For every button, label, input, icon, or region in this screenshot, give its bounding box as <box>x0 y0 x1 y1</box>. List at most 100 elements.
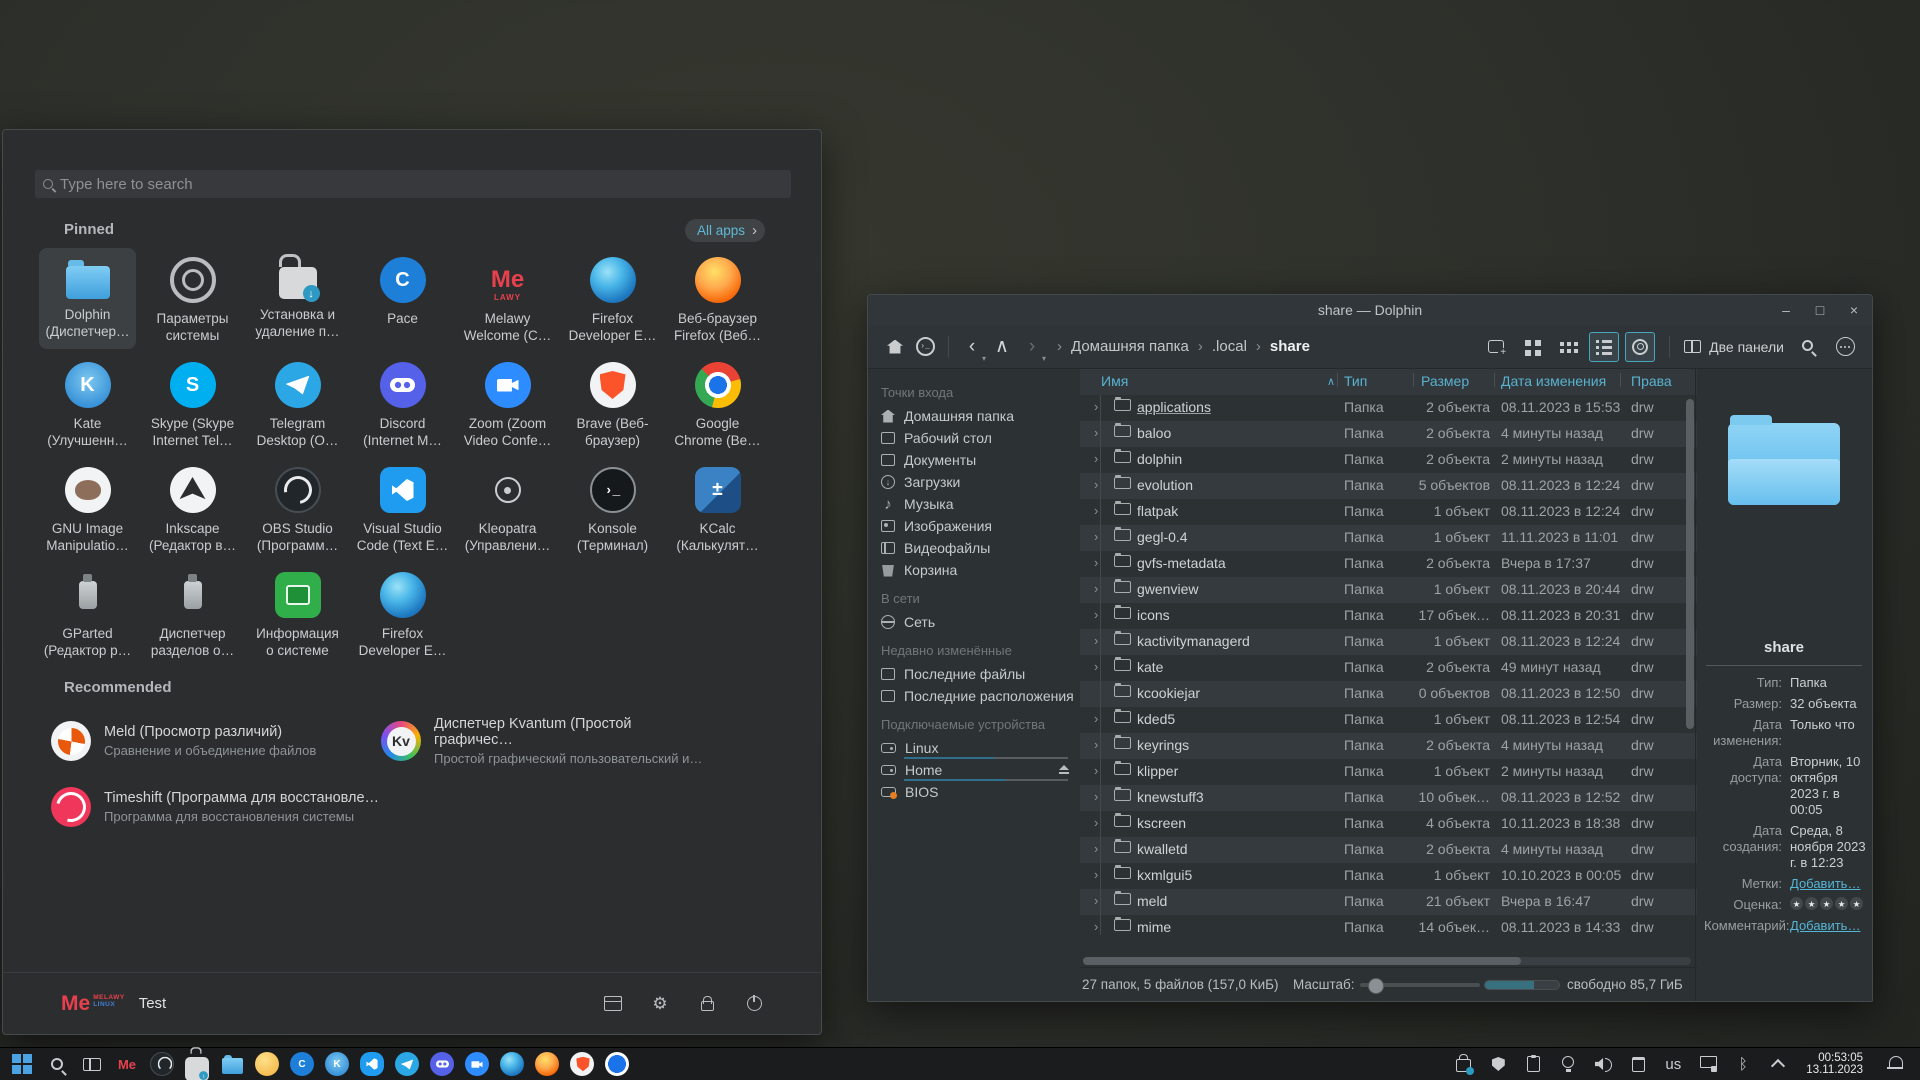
breadcrumb-item[interactable]: .local <box>1212 338 1247 355</box>
taskbar-app-button[interactable] <box>150 1052 174 1076</box>
info-field-value[interactable]: Добавить… <box>1790 918 1860 933</box>
notifications-bell-icon[interactable] <box>1886 1054 1906 1074</box>
sidebar-item[interactable]: Загрузки <box>868 471 1080 493</box>
expander-icon[interactable]: › <box>1094 633 1098 648</box>
preview-toggle-button[interactable] <box>1625 332 1655 362</box>
file-row[interactable]: › kscreen Папка 4 объекта 10.11.2023 в 1… <box>1080 811 1697 837</box>
expander-icon[interactable]: › <box>1094 581 1098 596</box>
file-row[interactable]: › evolution Папка 5 объектов 08.11.2023 … <box>1080 473 1697 499</box>
expander-icon[interactable]: › <box>1094 503 1098 518</box>
app-tile[interactable]: GNU Image Manipulatio… <box>39 458 136 559</box>
file-row[interactable]: › baloo Папка 2 объекта 4 минуты назад d… <box>1080 421 1697 447</box>
titlebar[interactable]: share — Dolphin – □ × <box>868 295 1872 325</box>
app-tile[interactable]: ± KCalc (Калькулят… <box>669 458 766 559</box>
sidebar-item[interactable]: Видеофайлы <box>868 537 1080 559</box>
tray-icon[interactable] <box>1698 1054 1718 1074</box>
file-row[interactable]: › klipper Папка 1 объект 2 минуты назад … <box>1080 759 1697 785</box>
sidebar-item[interactable]: Home <box>868 759 1080 781</box>
back-button[interactable]: ‹▾ <box>957 332 987 362</box>
compact-view-button[interactable] <box>1553 332 1583 362</box>
taskbar-app-button[interactable] <box>605 1052 629 1076</box>
rating-stars[interactable]: ★ ★ ★ ★ ★ <box>1790 897 1866 910</box>
taskbar-app-button[interactable] <box>220 1052 244 1076</box>
sidebar-item[interactable]: Сеть <box>868 611 1080 633</box>
tray-icon[interactable] <box>1488 1054 1508 1074</box>
app-tile[interactable]: Zoom (Zoom Video Confe… <box>459 353 556 454</box>
file-row[interactable]: › gegl-0.4 Папка 1 объект 11.11.2023 в 1… <box>1080 525 1697 551</box>
expander-icon[interactable]: › <box>1094 815 1098 830</box>
app-tile[interactable]: Firefox Developer E… <box>564 248 661 349</box>
expander-icon[interactable]: › <box>1094 399 1098 414</box>
app-tile[interactable]: Me LAWY Melawy Welcome (C… <box>459 248 556 349</box>
tray-icon[interactable] <box>1768 1054 1788 1074</box>
expander-icon[interactable]: › <box>1094 737 1098 752</box>
app-tile[interactable]: Firefox Developer E… <box>354 563 451 664</box>
taskbar-app-button[interactable] <box>430 1052 454 1076</box>
app-tile[interactable]: Установка и удаление п… <box>249 248 346 349</box>
vertical-scrollbar[interactable] <box>1686 399 1694 729</box>
sidebar-item[interactable]: Изображения <box>868 515 1080 537</box>
new-tab-button[interactable] <box>1481 332 1511 362</box>
app-tile[interactable]: Visual Studio Code (Text E… <box>354 458 451 559</box>
app-tile[interactable]: Диспетчер разделов о… <box>144 563 241 664</box>
taskbar-app-button[interactable] <box>395 1052 419 1076</box>
tray-icon[interactable] <box>1453 1054 1473 1074</box>
split-view-label[interactable]: Две панели <box>1709 339 1784 355</box>
column-header-type[interactable]: Тип <box>1344 373 1367 389</box>
sidebar-item[interactable]: Домашняя папка <box>868 405 1080 427</box>
maximize-button[interactable]: □ <box>1812 302 1828 318</box>
app-tile[interactable]: GParted (Редактор р… <box>39 563 136 664</box>
brand-logo[interactable]: Me MELAWY LINUX <box>61 993 125 1014</box>
start-button[interactable] <box>10 1052 34 1076</box>
app-tile[interactable]: C Pace <box>354 248 451 349</box>
zoom-slider[interactable] <box>1360 983 1480 987</box>
file-row[interactable]: › kxmlgui5 Папка 1 объект 10.10.2023 в 0… <box>1080 863 1697 889</box>
icons-view-button[interactable] <box>1517 332 1547 362</box>
file-row[interactable]: › gwenview Папка 1 объект 08.11.2023 в 2… <box>1080 577 1697 603</box>
file-row[interactable]: › knewstuff3 Папка 10 объек… 08.11.2023 … <box>1080 785 1697 811</box>
taskbar-app-button[interactable] <box>500 1052 524 1076</box>
up-button[interactable]: ∧ <box>987 332 1017 362</box>
search-input[interactable] <box>60 176 783 193</box>
taskbar-app-button[interactable] <box>360 1052 384 1076</box>
sidebar-item[interactable]: Музыка <box>868 493 1080 515</box>
info-field-value[interactable]: 32 объекта <box>1790 696 1857 711</box>
sidebar-item[interactable]: Последние расположения <box>868 685 1080 707</box>
file-row[interactable]: › mime Папка 14 объек… 08.11.2023 в 14:3… <box>1080 915 1697 941</box>
tray-icon[interactable] <box>1523 1054 1543 1074</box>
sidebar-item[interactable]: Корзина <box>868 559 1080 581</box>
taskbar-app-button[interactable]: K <box>325 1052 349 1076</box>
app-tile[interactable]: Информация о системе <box>249 563 346 664</box>
taskbar-app-button[interactable] <box>185 1052 209 1076</box>
info-field-value[interactable]: Среда, 8 ноября 2023 г. в 12:23 <box>1790 823 1866 870</box>
file-row[interactable]: › kwalletd Папка 2 объекта 4 минуты наза… <box>1080 837 1697 863</box>
expander-icon[interactable]: › <box>1094 451 1098 466</box>
expander-icon[interactable]: › <box>1094 893 1098 908</box>
expander-icon[interactable]: › <box>1094 477 1098 492</box>
file-row[interactable]: › gvfs-metadata Папка 2 объекта Вчера в … <box>1080 551 1697 577</box>
info-field-value[interactable]: Папка <box>1790 675 1827 690</box>
app-tile[interactable]: Dolphin (Диспетчер… <box>39 248 136 349</box>
tray-icon[interactable]: ᛒ <box>1733 1054 1753 1074</box>
info-field-value[interactable]: Добавить… <box>1790 876 1860 891</box>
taskbar-search-button[interactable] <box>45 1052 69 1076</box>
tray-icon[interactable] <box>1628 1054 1648 1074</box>
eject-icon[interactable] <box>1058 765 1070 775</box>
minimize-button[interactable]: – <box>1778 302 1794 318</box>
file-row[interactable]: › kcookiejar Папка 0 объектов 08.11.2023… <box>1080 681 1697 707</box>
app-tile[interactable]: S Skype (Skype Internet Tel… <box>144 353 241 454</box>
breadcrumb-item[interactable]: Домашняя папка <box>1071 338 1189 355</box>
taskbar-app-button[interactable] <box>255 1052 279 1076</box>
file-row[interactable]: › kactivitymanagerd Папка 1 объект 08.11… <box>1080 629 1697 655</box>
details-view-button[interactable] <box>1589 332 1619 362</box>
home-button[interactable] <box>880 332 910 362</box>
file-row[interactable]: › keyrings Папка 2 объекта 4 минуты наза… <box>1080 733 1697 759</box>
column-header-size[interactable]: Размер <box>1421 373 1469 389</box>
column-header-date[interactable]: Дата изменения <box>1501 373 1606 389</box>
tray-icon[interactable] <box>1558 1054 1578 1074</box>
lock-button[interactable] <box>698 995 716 1013</box>
expander-icon[interactable]: › <box>1094 763 1098 778</box>
overflow-menu-button[interactable] <box>1830 332 1860 362</box>
sidebar-item[interactable]: Рабочий стол <box>868 427 1080 449</box>
file-row[interactable]: › applications Папка 2 объекта 08.11.202… <box>1080 395 1697 421</box>
